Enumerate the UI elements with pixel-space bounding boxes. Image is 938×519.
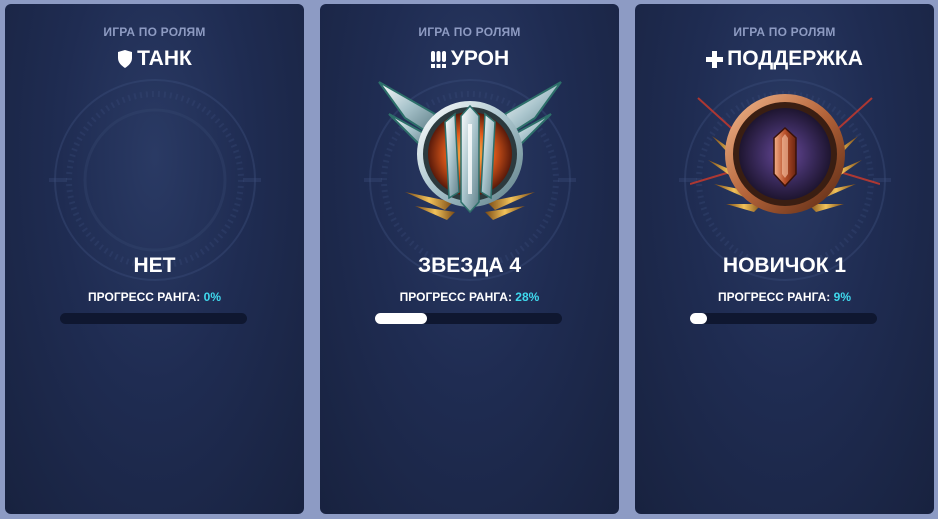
game-mode-label: ИГРА ПО РОЛЯМ xyxy=(418,25,521,39)
role-card-damage: ИГРА ПО РОЛЯМ УРОН ЗВЕЗДА 4 ПРОГРЕСС РАН… xyxy=(320,4,619,514)
role-title: ТАНК xyxy=(5,47,304,71)
role-name: ПОДДЕРЖКА xyxy=(727,47,863,70)
rank-progress-label: ПРОГРЕСС РАНГА: xyxy=(718,290,831,304)
role-name: ТАНК xyxy=(137,47,192,70)
rank-progress-label: ПРОГРЕСС РАНГА: xyxy=(88,290,201,304)
rank-progress-value: 9% xyxy=(833,290,851,304)
rank-name: НЕТ xyxy=(133,254,176,277)
rank-name: НОВИЧОК 1 xyxy=(722,254,847,277)
rank-progress: ПРОГРЕСС РАНГА: 0% xyxy=(5,290,304,304)
role-card-support: ИГРА ПО РОЛЯМ ПОДДЕРЖКА НОВИЧОК 1 ПРОГРЕ… xyxy=(635,4,934,514)
plus-icon xyxy=(706,51,724,68)
rank-progress: ПРОГРЕСС РАНГА: 28% xyxy=(320,290,619,304)
bullets-icon xyxy=(430,51,446,68)
rank-name: ЗВЕЗДА 4 xyxy=(417,254,522,277)
game-mode-label: ИГРА ПО РОЛЯМ xyxy=(733,25,836,39)
rank-badge-icon xyxy=(377,81,562,220)
rank-progress-fill xyxy=(375,313,428,324)
rank-progress-value: 28% xyxy=(515,290,540,304)
game-mode-label: ИГРА ПО РОЛЯМ xyxy=(103,25,206,39)
role-title: ПОДДЕРЖКА xyxy=(635,47,934,71)
rank-progress-fill xyxy=(690,313,707,324)
rank-progress-label: ПРОГРЕСС РАНГА: xyxy=(399,290,512,304)
rank-progress-bar xyxy=(60,313,247,324)
role-card-tank: ИГРА ПО РОЛЯМ ТАНК НЕТ ПРОГРЕСС РАНГА: 0… xyxy=(5,4,304,514)
role-name: УРОН xyxy=(450,47,510,70)
rank-progress: ПРОГРЕСС РАНГА: 9% xyxy=(635,290,934,304)
rank-progress-value: 0% xyxy=(203,290,221,304)
role-title: УРОН xyxy=(320,47,619,71)
shield-icon xyxy=(118,50,133,68)
rank-badge-icon xyxy=(689,94,880,214)
rank-progress-bar xyxy=(690,313,877,324)
rank-progress-bar xyxy=(375,313,562,324)
